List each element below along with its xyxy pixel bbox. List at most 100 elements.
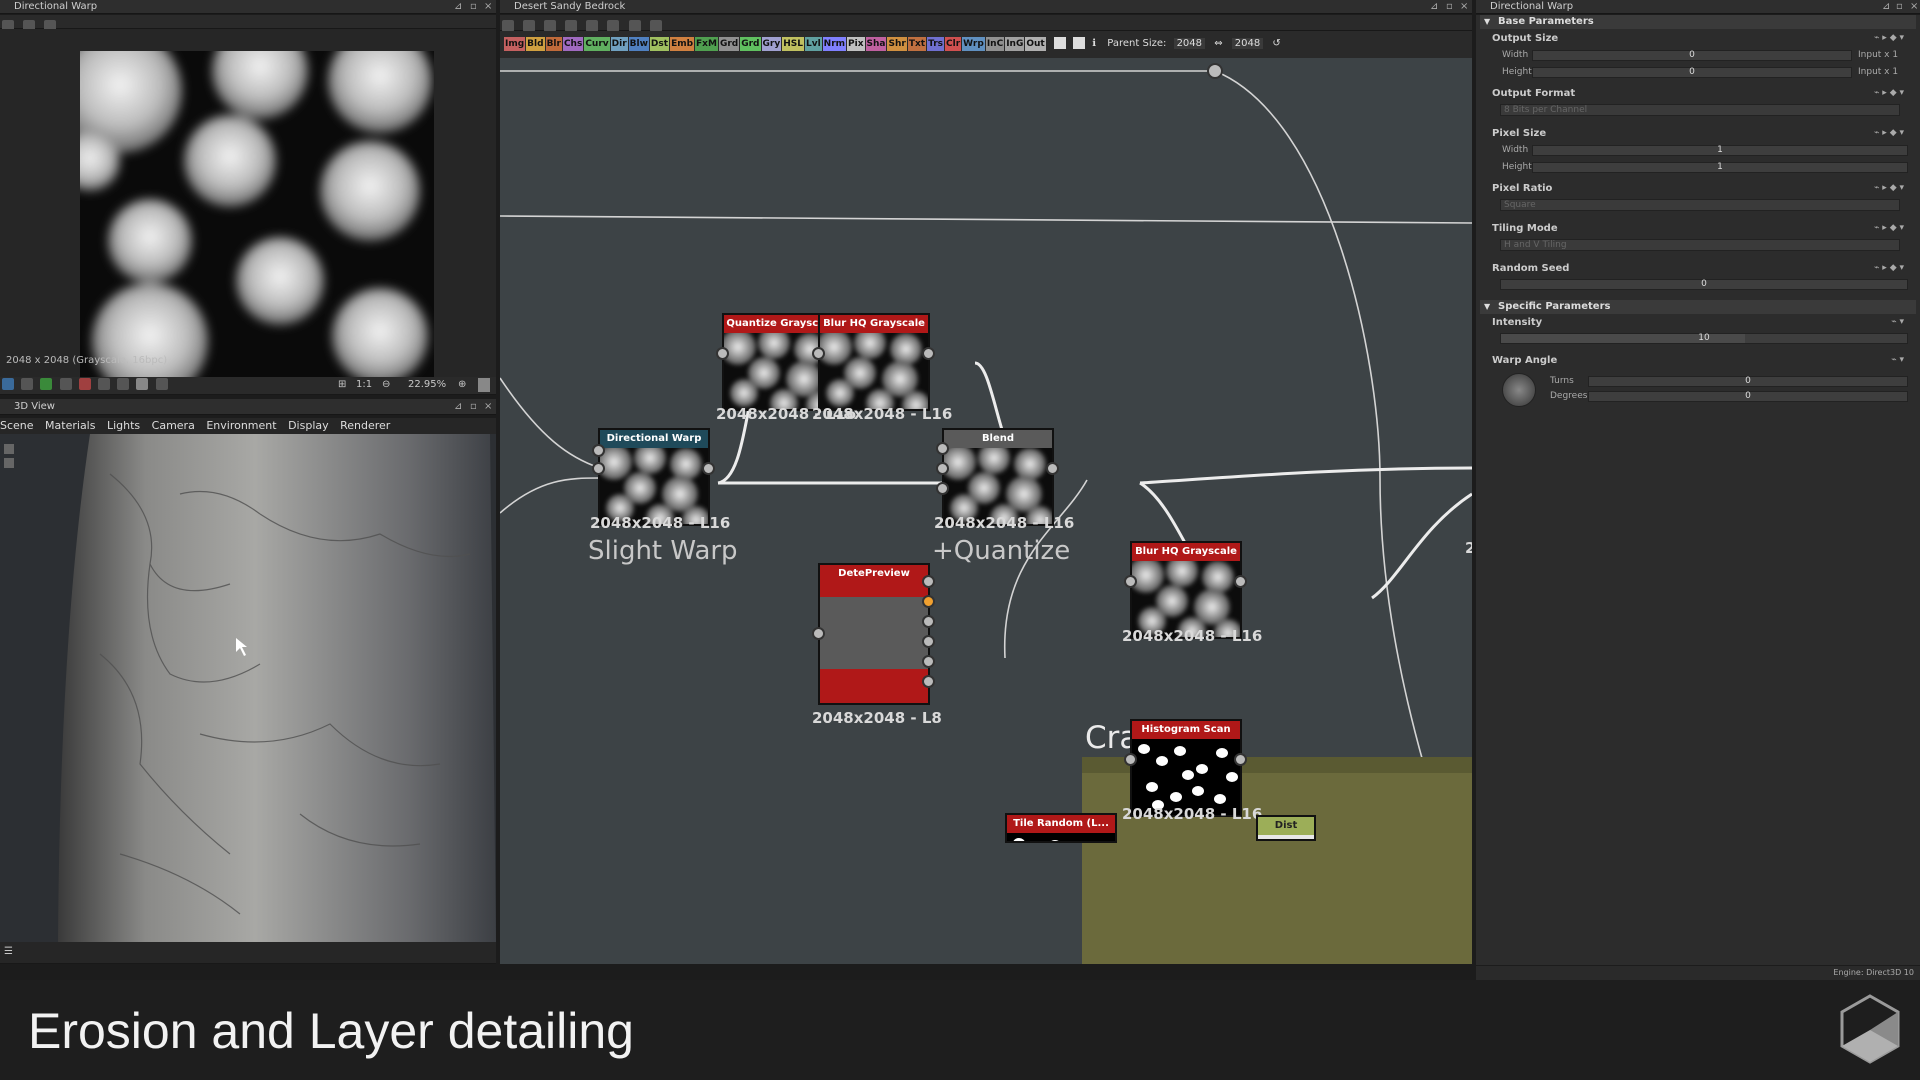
input-port[interactable] <box>812 627 825 640</box>
output-width-field[interactable]: 0 <box>1532 50 1852 61</box>
frame-icon[interactable] <box>544 19 557 32</box>
output-port[interactable] <box>1046 462 1059 475</box>
library-item[interactable]: Sha <box>865 37 887 51</box>
float-icon[interactable]: ▫ <box>470 0 477 13</box>
settings-icon[interactable] <box>649 19 662 32</box>
close-icon[interactable]: × <box>484 0 492 13</box>
library-item[interactable]: Lvl <box>804 37 822 51</box>
float-icon[interactable]: ▫ <box>1896 0 1903 13</box>
library-item[interactable]: Trs <box>927 37 945 51</box>
library-item[interactable]: Blr <box>545 37 562 51</box>
input-port[interactable] <box>936 462 949 475</box>
info-icon[interactable] <box>565 19 578 32</box>
light-icon[interactable] <box>4 458 14 468</box>
tile-icon[interactable] <box>59 378 72 390</box>
input-port[interactable] <box>936 442 949 455</box>
graph-node[interactable]: Dist <box>1256 815 1316 841</box>
menu-display[interactable]: Display <box>288 419 329 432</box>
reset-icon[interactable]: ↺ <box>1272 38 1280 49</box>
output-height-field[interactable]: 0 <box>1532 67 1852 78</box>
histogram-icon[interactable] <box>117 378 130 390</box>
graph-canvas[interactable]: Cracks Directional Warp2048x2048 - L16Sl… <box>500 58 1472 964</box>
pixel-ratio-dropdown[interactable]: Square <box>1500 199 1900 211</box>
frame-tool-icon[interactable] <box>1073 37 1086 49</box>
zoom-value[interactable]: 22.95% <box>408 379 446 390</box>
library-item[interactable]: Emb <box>670 37 695 51</box>
library-item[interactable]: Bld <box>526 37 545 51</box>
ratio-label[interactable]: 1:1 <box>356 379 372 390</box>
library-item[interactable]: HSL <box>782 37 804 51</box>
library-item[interactable]: Blw <box>628 37 649 51</box>
size-dropdown[interactable]: 2048 <box>1231 38 1264 49</box>
input-port[interactable] <box>716 347 729 360</box>
pin-icon[interactable]: ⊿ <box>454 399 462 414</box>
pin-icon[interactable]: ⊿ <box>454 0 462 13</box>
graph-node[interactable]: Tile Random (L... <box>1005 813 1117 843</box>
close-icon[interactable]: × <box>1460 0 1468 13</box>
view2d-canvas[interactable]: 2048 x 2048 (Grayscale, 16bpc) <box>0 29 496 377</box>
rgb-icon[interactable] <box>40 378 53 390</box>
alpha-icon[interactable] <box>78 378 91 390</box>
parent-size-dropdown[interactable]: 2048 <box>1173 38 1206 49</box>
param-options-icon[interactable]: ⌁ ▸ ◆ ▾ <box>1874 88 1904 98</box>
input-port[interactable] <box>812 347 825 360</box>
menu-scene[interactable]: Scene <box>0 419 34 432</box>
menu-materials[interactable]: Materials <box>45 419 95 432</box>
fit-icon[interactable]: ⊞ <box>338 379 346 390</box>
library-item[interactable]: Curv <box>584 37 610 51</box>
info-icon[interactable]: ℹ <box>1092 38 1096 49</box>
camera-icon[interactable] <box>4 444 14 454</box>
pixel-height-field[interactable]: 1 <box>1532 162 1908 173</box>
graph-node[interactable]: Blur HQ Grayscale <box>818 313 930 411</box>
link-size-icon[interactable]: ⇔ <box>1214 38 1222 49</box>
library-item[interactable]: Pix <box>847 37 865 51</box>
graph-node[interactable]: Blur HQ Grayscale <box>1130 541 1242 639</box>
turns-field[interactable]: 0 <box>1588 376 1908 387</box>
close-icon[interactable]: × <box>1910 0 1918 13</box>
param-options-icon[interactable]: ⌁ ▸ ◆ ▾ <box>1874 128 1904 138</box>
output-port[interactable] <box>1234 575 1247 588</box>
float-icon[interactable]: ▫ <box>470 399 477 414</box>
degrees-field[interactable]: 0 <box>1588 391 1908 402</box>
input-port[interactable] <box>1124 575 1137 588</box>
lock-icon[interactable] <box>478 378 490 392</box>
param-options-icon[interactable]: ⌁ ▸ ◆ ▾ <box>1874 33 1904 43</box>
menu-lights[interactable]: Lights <box>107 419 140 432</box>
graph-node[interactable]: Directional Warp <box>598 428 710 526</box>
output-format-dropdown[interactable]: 8 Bits per Channel <box>1500 104 1900 116</box>
library-item[interactable]: Nrm <box>822 37 847 51</box>
view3d-canvas[interactable] <box>0 434 496 942</box>
library-item[interactable]: Wrp <box>962 37 985 51</box>
library-item[interactable]: Grd <box>718 37 740 51</box>
input-port[interactable] <box>936 482 949 495</box>
angle-dial[interactable] <box>1502 373 1536 407</box>
graph-node[interactable]: Histogram Scan <box>1130 719 1242 817</box>
zoom-out-icon[interactable]: ⊖ <box>382 379 390 390</box>
library-item[interactable]: Out <box>1025 37 1046 51</box>
wire-dot[interactable] <box>1207 63 1223 79</box>
pixel-width-field[interactable]: 1 <box>1532 145 1908 156</box>
library-item[interactable]: Shr <box>887 37 907 51</box>
output-port[interactable] <box>922 575 935 588</box>
output-port[interactable] <box>922 655 935 668</box>
output-port[interactable] <box>1234 753 1247 766</box>
library-item[interactable]: Chs <box>562 37 584 51</box>
list-icon[interactable]: ☰ <box>4 946 13 957</box>
library-item[interactable]: Dir <box>610 37 628 51</box>
palette-icon[interactable] <box>155 378 168 390</box>
channel-icon[interactable] <box>2 378 14 390</box>
pin-icon[interactable]: ⊿ <box>1430 0 1438 13</box>
close-icon[interactable]: × <box>484 399 492 414</box>
color-icon[interactable] <box>136 378 149 390</box>
param-options-icon[interactable]: ⌁ ▸ ◆ ▾ <box>1874 223 1904 233</box>
pin-icon[interactable]: ⊿ <box>1882 0 1890 13</box>
library-item[interactable]: InC <box>985 37 1005 51</box>
zoom-in-icon[interactable]: ⊕ <box>458 379 466 390</box>
input-port[interactable] <box>1124 753 1137 766</box>
tiling-mode-dropdown[interactable]: H and V Tiling <box>1500 239 1900 251</box>
library-item[interactable]: Img <box>504 37 526 51</box>
menu-environment[interactable]: Environment <box>206 419 276 432</box>
output-port[interactable] <box>922 595 935 608</box>
random-seed-field[interactable]: 0 <box>1500 279 1908 290</box>
specific-parameters-header[interactable]: Specific Parameters <box>1480 300 1916 314</box>
